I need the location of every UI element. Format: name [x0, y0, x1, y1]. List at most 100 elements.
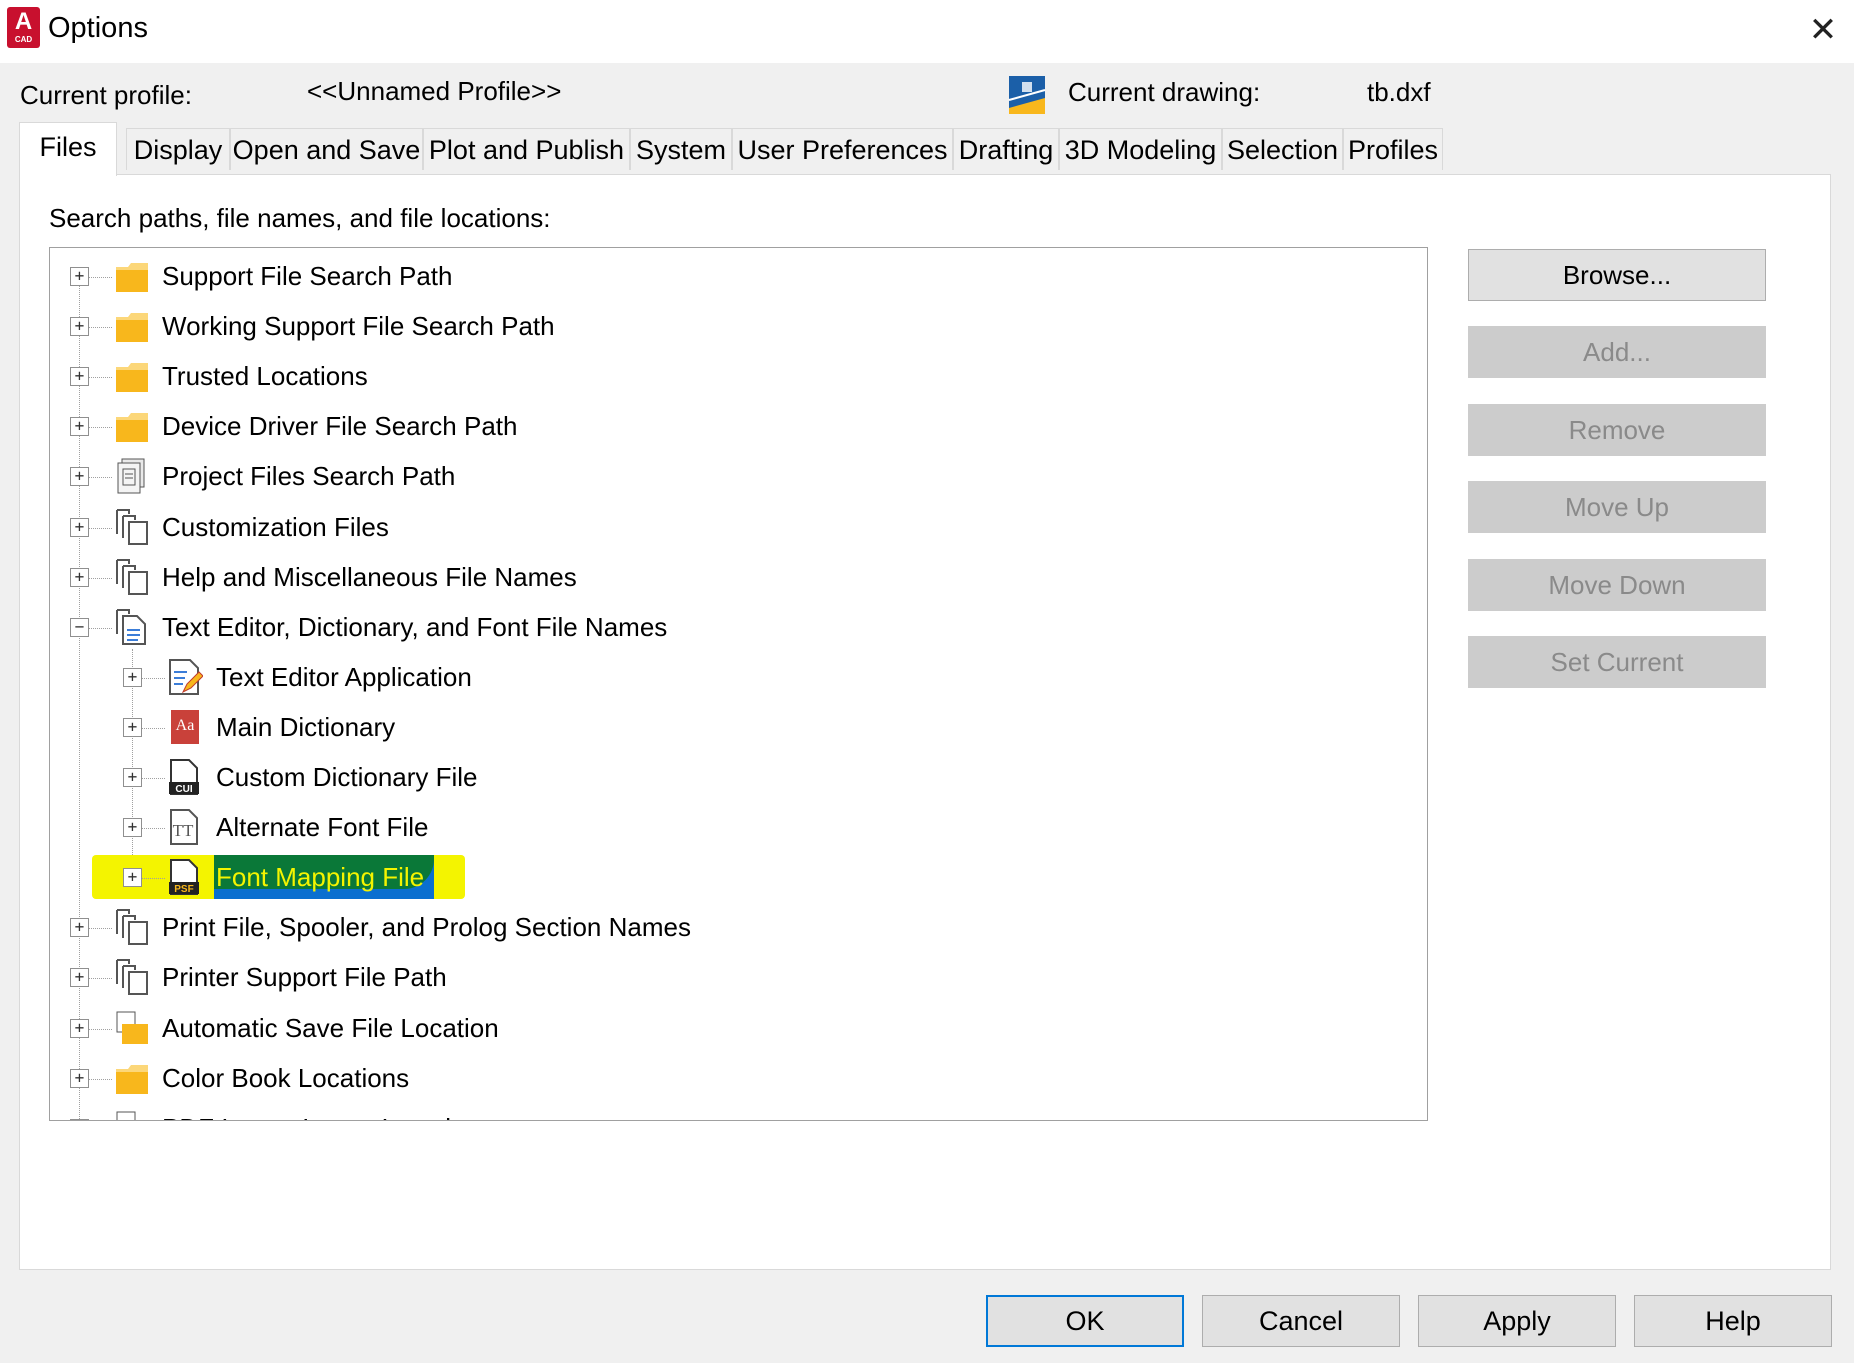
file-locations-tree[interactable]: + Support File Search Path + Working Sup…	[49, 247, 1428, 1121]
tree-item-print-file-spooler-and-prolog-section-names[interactable]: + Print File, Spooler, and Prolog Sectio…	[50, 903, 1380, 953]
tree-item-label: Print File, Spooler, and Prolog Section …	[162, 912, 691, 943]
move-down-button[interactable]: Move Down	[1468, 559, 1766, 611]
tree-connector	[88, 978, 112, 980]
file-stack-icon	[114, 558, 150, 596]
psf-file-icon: PSF	[167, 858, 203, 896]
tree-item-label: Automatic Save File Location	[162, 1012, 499, 1043]
expand-icon[interactable]: +	[70, 1068, 89, 1088]
svg-text:CUI: CUI	[175, 784, 192, 795]
expand-icon[interactable]: +	[70, 1118, 89, 1120]
tree-connector	[141, 727, 165, 729]
expand-icon[interactable]: +	[70, 417, 89, 437]
tree-item-text-editor-application[interactable]: + Text Editor Application	[50, 653, 1380, 703]
tree-connector	[141, 878, 165, 880]
tree-item-label: Trusted Locations	[162, 361, 368, 392]
search-paths-caption: Search paths, file names, and file locat…	[49, 203, 551, 233]
tree-item-trusted-locations[interactable]: + Trusted Locations	[50, 352, 1380, 402]
remove-button[interactable]: Remove	[1468, 404, 1766, 456]
tree-connector	[88, 327, 112, 329]
current-drawing-value: tb.dxf	[1367, 77, 1431, 107]
tree-item-alternate-font-file[interactable]: + TT Alternate Font File	[50, 803, 1380, 853]
expand-icon[interactable]: +	[70, 267, 89, 286]
tree-item-label: Customization Files	[162, 511, 389, 542]
tree-item-color-book-locations[interactable]: + Color Book Locations	[50, 1054, 1380, 1104]
tab-system[interactable]: System	[630, 128, 732, 170]
tree-item-label: Help and Miscellaneous File Names	[162, 561, 577, 592]
help-button[interactable]: Help	[1634, 1295, 1832, 1347]
close-icon[interactable]: ✕	[1798, 8, 1848, 52]
tree-item-label: Text Editor Application	[216, 661, 472, 692]
tree-item-label: Project Files Search Path	[162, 461, 456, 492]
add-button[interactable]: Add...	[1468, 326, 1766, 378]
expand-icon[interactable]: +	[70, 968, 89, 988]
file-stack-icon	[114, 908, 150, 946]
tree-connector	[88, 627, 112, 629]
tab-open-and-save[interactable]: Open and Save	[230, 128, 423, 170]
tree-item-label: Printer Support File Path	[162, 962, 447, 993]
tree-connector	[88, 1028, 112, 1030]
tab-plot-and-publish[interactable]: Plot and Publish	[423, 128, 630, 170]
expand-icon[interactable]: +	[70, 517, 89, 537]
collapse-icon[interactable]: −	[70, 617, 89, 637]
tab-profiles[interactable]: Profiles	[1343, 128, 1443, 170]
tab-display[interactable]: Display	[126, 128, 230, 170]
file-stack-icon	[114, 958, 150, 996]
set-current-button[interactable]: Set Current	[1468, 636, 1766, 688]
expand-icon[interactable]: +	[70, 467, 89, 487]
tree-item-label: Support File Search Path	[162, 261, 453, 291]
expand-icon[interactable]: +	[70, 317, 89, 337]
expand-icon[interactable]: +	[123, 667, 142, 687]
tab-selection[interactable]: Selection	[1222, 128, 1343, 170]
apply-button[interactable]: Apply	[1418, 1295, 1616, 1347]
tree-item-support-file-search-path[interactable]: + Support File Search Path	[50, 252, 1380, 302]
expand-icon[interactable]: +	[70, 367, 89, 387]
svg-text:PSF: PSF	[174, 884, 193, 895]
expand-icon[interactable]: +	[123, 768, 142, 787]
cancel-button[interactable]: Cancel	[1202, 1295, 1400, 1347]
tree-item-custom-dictionary-file[interactable]: + CUI Custom Dictionary File	[50, 753, 1380, 803]
tree-item-label: Text Editor, Dictionary, and Font File N…	[162, 611, 668, 642]
expand-icon[interactable]: +	[123, 818, 142, 838]
current-profile-value: <<Unnamed Profile>>	[307, 76, 562, 106]
tree-item-customization-files[interactable]: + Customization Files	[50, 503, 1380, 553]
tree-item-label: Alternate Font File	[216, 812, 429, 843]
tree-item-label: Working Support File Search Path	[162, 311, 555, 342]
tree-item-font-mapping-file[interactable]: + PSF Font Mapping File	[50, 853, 1380, 903]
file-stack-icon	[114, 508, 150, 546]
tree-connector	[88, 1078, 112, 1080]
tree-item-pdf-import-image-location[interactable]: + PDF Import Image Location	[50, 1104, 1380, 1120]
tree-item-text-editor-dictionary-and-font-file-names[interactable]: − Text Editor, Dictionary, and Font File…	[50, 603, 1380, 653]
tree-item-project-files-search-path[interactable]: + Project Files Search Path	[50, 452, 1380, 502]
tab-files[interactable]: Files	[19, 122, 117, 176]
tree-connector	[88, 427, 112, 429]
tree-item-main-dictionary[interactable]: + Aa Main Dictionary	[50, 703, 1380, 753]
expand-icon[interactable]: +	[70, 1018, 89, 1038]
title-bar: A CAD Options ✕	[0, 0, 1854, 63]
tab-user-preferences[interactable]: User Preferences	[732, 128, 953, 170]
cui-file-icon: CUI	[167, 758, 203, 796]
expand-icon[interactable]: +	[70, 918, 89, 938]
ok-button[interactable]: OK	[986, 1295, 1184, 1347]
move-up-button[interactable]: Move Up	[1468, 481, 1766, 533]
tree-item-automatic-save-file-location[interactable]: + Automatic Save File Location	[50, 1004, 1380, 1054]
tree-connector	[88, 277, 112, 278]
tree-connector	[88, 377, 112, 379]
svg-text:Aa: Aa	[176, 717, 195, 734]
tab-3d-modeling[interactable]: 3D Modeling	[1059, 128, 1222, 170]
tree-connector	[88, 577, 112, 579]
tree-item-printer-support-file-path[interactable]: + Printer Support File Path	[50, 953, 1380, 1003]
folder-file-icon	[114, 1109, 150, 1120]
expand-icon[interactable]: +	[70, 567, 89, 587]
tree-item-device-driver-file-search-path[interactable]: + Device Driver File Search Path	[50, 402, 1380, 452]
expand-icon[interactable]: +	[123, 868, 142, 888]
tree-item-working-support-file-search-path[interactable]: + Working Support File Search Path	[50, 302, 1380, 352]
expand-icon[interactable]: +	[123, 717, 142, 737]
dictionary-icon: Aa	[167, 708, 203, 746]
tree-item-label: PDF Import Image Location	[162, 1113, 480, 1120]
tree-item-help-and-miscellaneous-file-names[interactable]: + Help and Miscellaneous File Names	[50, 553, 1380, 603]
tree-connector	[88, 928, 112, 930]
browse-button[interactable]: Browse...	[1468, 249, 1766, 301]
tree-connector	[141, 778, 165, 779]
tab-drafting[interactable]: Drafting	[953, 128, 1059, 170]
tree-item-label: Font Mapping File	[216, 862, 425, 893]
